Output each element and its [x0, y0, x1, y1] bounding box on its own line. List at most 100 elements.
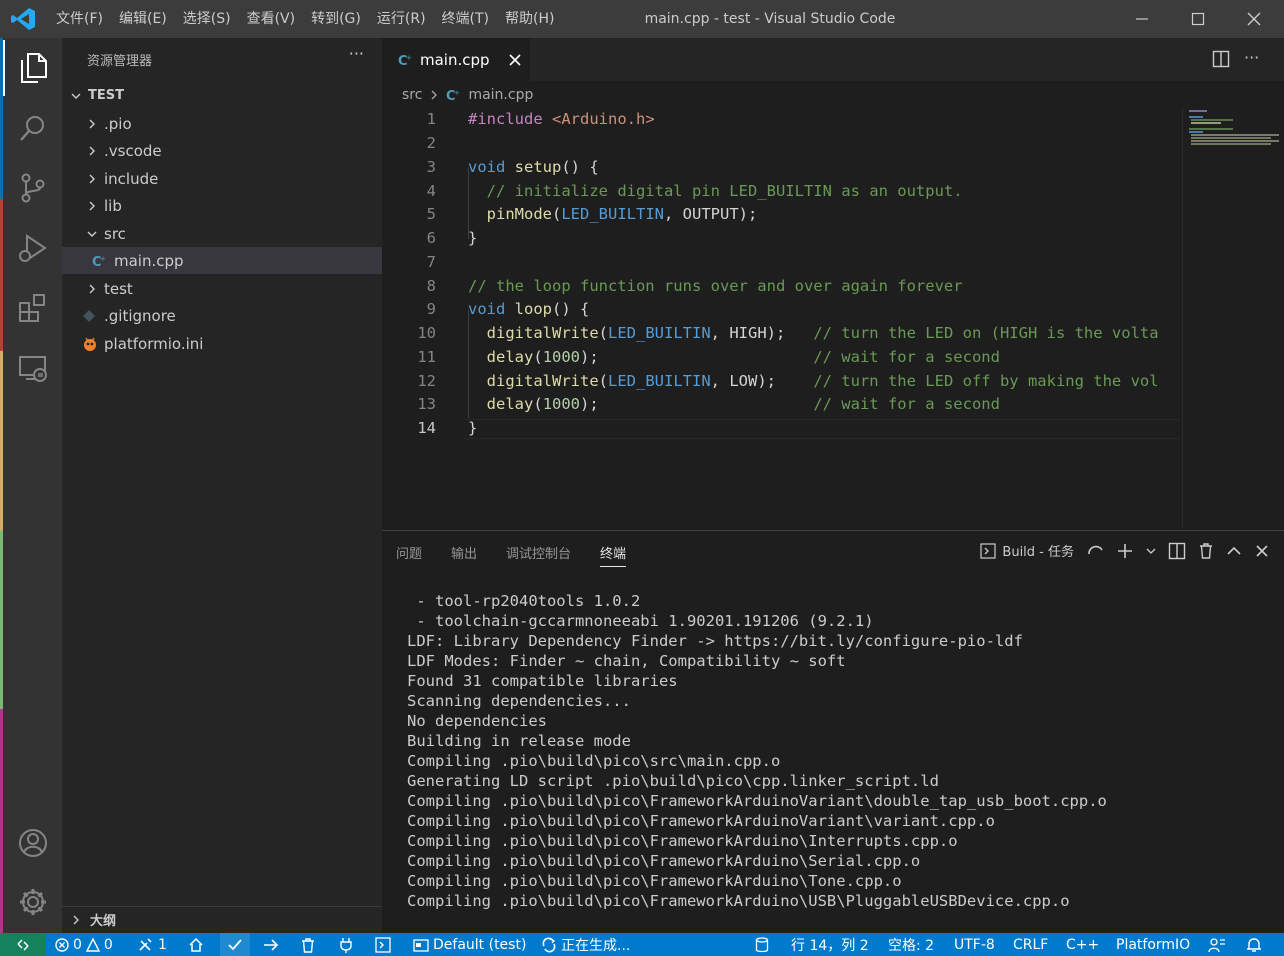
activity-bar [0, 38, 62, 933]
chevron-down-icon[interactable] [1146, 546, 1156, 556]
tab-label: main.cpp [420, 50, 490, 69]
terminal-line: LDF Modes: Finder ~ chain, Compatibility… [407, 652, 846, 670]
line-number: 7 [426, 253, 436, 271]
minimize-button[interactable] [1114, 0, 1170, 38]
build-progress[interactable]: 正在生成... [541, 933, 630, 956]
split-editor-icon[interactable] [1212, 50, 1230, 68]
feedback-icon[interactable] [1208, 933, 1226, 956]
terminal-select-dropdown[interactable]: Build - 任务 [980, 541, 1074, 560]
remote-indicator[interactable] [0, 933, 46, 956]
platformio-upload-button[interactable] [262, 933, 280, 956]
line-number: 13 [417, 395, 436, 413]
chevron-right-icon [84, 281, 100, 297]
panel-actions: Build - 任务 [980, 541, 1270, 560]
tab-debug-console[interactable]: 调试控制台 [506, 543, 571, 567]
menu-selection[interactable]: 选择(S) [175, 0, 239, 38]
terminal-line: Compiling .pio\build\pico\FrameworkArdui… [407, 892, 1070, 910]
error-icon [55, 937, 69, 952]
close-tab-icon[interactable] [508, 53, 522, 67]
line-number: 6 [426, 229, 436, 247]
explorer-more-actions-button[interactable]: ··· [349, 44, 364, 63]
trash-icon[interactable] [1198, 542, 1214, 560]
database-icon [755, 936, 769, 953]
menu-file[interactable]: 文件(F) [48, 0, 111, 38]
tree-folder-vscode[interactable]: .vscode [62, 137, 382, 164]
tree-folder-test[interactable]: test [62, 275, 382, 302]
chevron-down-icon [68, 88, 84, 104]
menu-run[interactable]: 运行(R) [369, 0, 434, 38]
menu-terminal[interactable]: 终端(T) [434, 0, 497, 38]
platformio-home-button[interactable] [188, 933, 204, 956]
platformio-terminal-button[interactable] [375, 933, 391, 956]
tools-count: 1 [158, 936, 167, 953]
cursor-position[interactable]: 行 14，列 2 [791, 933, 869, 956]
git-file-icon [82, 309, 96, 323]
menu-bar: 文件(F) 编辑(E) 选择(S) 查看(V) 转到(G) 运行(R) 终端(T… [48, 0, 562, 38]
explorer-title: 资源管理器 [87, 54, 153, 69]
tree-item-label: include [104, 169, 159, 188]
menu-view[interactable]: 查看(V) [239, 0, 304, 38]
tree-file-platformio-ini[interactable]: platformio.ini [62, 330, 382, 357]
breadcrumb-file[interactable]: main.cpp [468, 87, 533, 103]
tree-folder-pio[interactable]: .pio [62, 110, 382, 137]
tools-status[interactable]: 1 [138, 933, 167, 956]
explorer-sidebar: 资源管理器 ··· TEST .pio .vscode include lib … [62, 38, 382, 933]
platformio-build-button[interactable] [220, 933, 250, 956]
terminal-icon [375, 936, 391, 953]
account-icon[interactable] [3, 815, 62, 871]
tree-file-gitignore[interactable]: .gitignore [62, 302, 382, 329]
breadcrumb-src[interactable]: src [402, 87, 422, 103]
editor-more-actions-icon[interactable]: ··· [1244, 48, 1259, 67]
platformio-status[interactable]: PlatformIO [1116, 933, 1190, 956]
code-line: } [468, 419, 478, 437]
problems-status[interactable]: 0 0 [55, 933, 113, 956]
tab-output[interactable]: 输出 [451, 543, 477, 567]
terminal-line: Compiling .pio\build\pico\FrameworkArdui… [407, 792, 1107, 810]
tree-file-main-cpp[interactable]: C + main.cpp [62, 247, 382, 274]
platformio-clean-button[interactable] [300, 933, 316, 956]
close-panel-icon[interactable] [1254, 543, 1270, 559]
close-window-button[interactable] [1226, 0, 1282, 38]
settings-gear-icon[interactable] [3, 874, 62, 930]
notifications-bell-icon[interactable] [1246, 933, 1262, 956]
tab-main-cpp[interactable]: C + main.cpp [382, 38, 530, 81]
maximize-panel-chevron-up-icon[interactable] [1226, 543, 1242, 559]
extensions-icon[interactable] [3, 280, 62, 336]
chevron-right-icon [68, 912, 84, 928]
tree-folder-lib[interactable]: lib [62, 192, 382, 219]
menu-go[interactable]: 转到(G) [303, 0, 369, 38]
remote-explorer-icon[interactable] [3, 340, 62, 396]
split-terminal-icon[interactable] [1168, 542, 1186, 560]
workspace-root[interactable]: TEST [62, 82, 382, 109]
search-icon[interactable] [3, 100, 62, 156]
terminal-line: Compiling .pio\build\pico\FrameworkArdui… [407, 812, 995, 830]
chevron-right-icon [84, 143, 100, 159]
menu-edit[interactable]: 编辑(E) [111, 0, 175, 38]
code-editor[interactable]: 1 2 3 4 5 6 7 8 9 10 11 12 13 14 #includ… [382, 108, 1182, 528]
minimap[interactable] [1182, 108, 1280, 528]
encoding-status[interactable]: UTF-8 [954, 933, 995, 956]
outline-section-header[interactable]: 大纲 [62, 906, 382, 932]
tree-folder-src[interactable]: src [62, 220, 382, 247]
new-terminal-plus-icon[interactable] [1116, 542, 1134, 560]
tab-terminal[interactable]: 终端 [600, 543, 627, 567]
language-mode[interactable]: C++ [1066, 933, 1099, 956]
platformio-serial-monitor-button[interactable] [338, 933, 354, 956]
line-number: 11 [417, 348, 436, 366]
database-status[interactable] [755, 933, 769, 956]
project-env-switcher[interactable]: Default (test) [413, 933, 526, 956]
building-label: 正在生成... [561, 937, 631, 954]
terminal-line: Compiling .pio\build\pico\src\main.cpp.o [407, 752, 781, 770]
tab-problems[interactable]: 问题 [396, 543, 422, 567]
indentation-status[interactable]: 空格: 2 [888, 933, 934, 956]
menu-help[interactable]: 帮助(H) [497, 0, 562, 38]
terminal-output[interactable]: - tool-rp2040tools 1.0.2 - toolchain-gcc… [407, 591, 1277, 911]
cpp-file-icon: C + [446, 88, 460, 102]
run-debug-icon[interactable] [3, 220, 62, 276]
tree-folder-include[interactable]: include [62, 165, 382, 192]
maximize-button[interactable] [1170, 0, 1226, 38]
source-control-icon[interactable] [3, 160, 62, 216]
eol-status[interactable]: CRLF [1013, 933, 1048, 956]
breadcrumb: src C + main.cpp [382, 82, 533, 108]
explorer-icon[interactable] [3, 40, 62, 96]
